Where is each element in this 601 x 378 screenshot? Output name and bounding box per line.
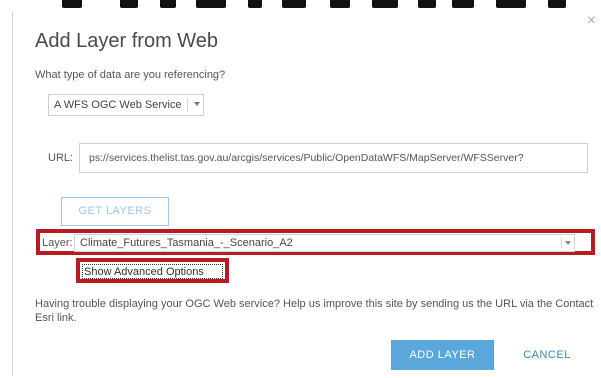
close-icon[interactable]: × <box>587 13 596 29</box>
chevron-down-icon <box>565 241 571 245</box>
layer-highlight-box: Layer: Climate_Futures_Tasmania_-_Scenar… <box>36 229 595 255</box>
get-layers-button[interactable]: GET LAYERS <box>61 197 169 226</box>
url-input-value: ps://services.thelist.tas.gov.au/arcgis/… <box>89 152 524 164</box>
cancel-button[interactable]: CANCEL <box>519 340 575 370</box>
cropped-background-text <box>0 0 601 11</box>
help-text: Having trouble displaying your OGC Web s… <box>35 298 594 324</box>
advanced-options-highlight-box: Show Advanced Options <box>76 258 229 283</box>
data-type-select[interactable]: A WFS OGC Web Service <box>48 94 204 116</box>
layer-select[interactable]: Climate_Futures_Tasmania_-_Scenario_A2 <box>74 234 575 252</box>
url-label: URL: <box>48 152 74 164</box>
data-type-question: What type of data are you referencing? <box>35 69 226 81</box>
chevron-down-icon <box>194 102 200 106</box>
show-advanced-options-link[interactable]: Show Advanced Options <box>82 264 223 279</box>
layer-selected-value: Climate_Futures_Tasmania_-_Scenario_A2 <box>80 237 293 249</box>
layer-label: Layer: <box>42 237 73 249</box>
add-layer-dialog: × Add Layer from Web What type of data a… <box>12 11 600 376</box>
select-divider <box>561 237 562 249</box>
select-divider <box>187 98 188 112</box>
add-layer-button[interactable]: ADD LAYER <box>391 340 494 370</box>
dialog-title: Add Layer from Web <box>35 30 219 52</box>
url-input[interactable]: ps://services.thelist.tas.gov.au/arcgis/… <box>79 143 588 173</box>
data-type-selected-value: A WFS OGC Web Service <box>54 99 182 111</box>
